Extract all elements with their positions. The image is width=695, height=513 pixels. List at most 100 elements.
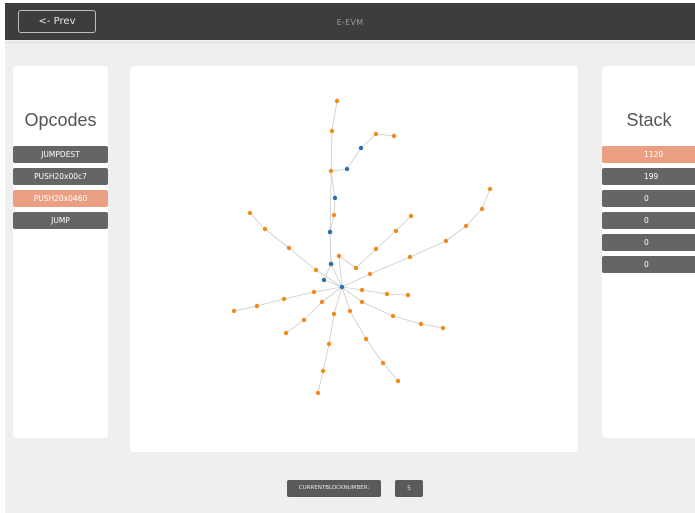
graph-node[interactable]	[286, 245, 292, 251]
graph-edge	[395, 215, 412, 232]
graph-node[interactable]	[384, 291, 390, 297]
graph-edge	[346, 147, 362, 170]
graph-node[interactable]	[231, 308, 237, 314]
graph-edge	[288, 247, 317, 271]
graph-node[interactable]	[328, 168, 334, 174]
graph-node-visited[interactable]	[344, 166, 350, 172]
stack-title: Stack	[626, 110, 672, 130]
graph-edge	[360, 133, 377, 149]
graph-node[interactable]	[405, 292, 411, 298]
graph-node[interactable]	[311, 289, 317, 295]
graph-node[interactable]	[336, 253, 342, 259]
graph-node[interactable]	[329, 128, 335, 134]
graph-node[interactable]	[407, 254, 413, 260]
header-divider	[5, 42, 695, 43]
graph-edge	[333, 197, 336, 216]
graph-edge	[285, 319, 305, 334]
graph-node[interactable]	[391, 133, 397, 139]
graph-edge	[361, 301, 394, 317]
graph-edge	[392, 315, 422, 325]
graph-edge	[369, 256, 411, 275]
graph-node[interactable]	[315, 390, 321, 396]
graph-node[interactable]	[313, 267, 319, 273]
graph-node-visited[interactable]	[339, 284, 345, 290]
graph-node[interactable]	[440, 325, 446, 331]
graph-edge	[256, 298, 285, 307]
graph-node[interactable]	[347, 308, 353, 314]
graph-edge	[283, 291, 315, 300]
graph-node[interactable]	[247, 210, 253, 216]
graph-node[interactable]	[326, 341, 332, 347]
graph-node[interactable]	[301, 317, 307, 323]
graph-edge	[303, 301, 323, 321]
current-block-label: CURRENTBLOCKNUMBER:	[287, 480, 381, 497]
graph-node[interactable]	[463, 223, 469, 229]
graph-edge	[330, 168, 348, 172]
graph-node[interactable]	[367, 271, 373, 277]
graph-edge	[355, 248, 377, 269]
graph-node[interactable]	[281, 296, 287, 302]
graph-node[interactable]	[331, 212, 337, 218]
graph-node[interactable]	[353, 265, 359, 271]
graph-edge	[330, 170, 336, 199]
opcode-item-current[interactable]: PUSH20x0460	[13, 190, 108, 207]
graph-edge	[420, 323, 444, 329]
graph-node[interactable]	[390, 313, 396, 319]
top-bar: <- Prev E-EVM	[5, 3, 695, 40]
graph-panel	[130, 66, 578, 452]
graph-node[interactable]	[283, 330, 289, 336]
graph-node[interactable]	[254, 303, 260, 309]
graph-node[interactable]	[393, 228, 399, 234]
execution-graph[interactable]	[130, 66, 578, 452]
graph-node[interactable]	[363, 336, 369, 342]
graph-edge	[321, 286, 343, 303]
stack-list: 1120 199 0 0 0 0	[602, 146, 695, 278]
graph-edge	[409, 240, 447, 258]
opcode-item[interactable]: JUMPDEST	[13, 146, 108, 163]
graph-node[interactable]	[373, 131, 379, 137]
graph-node[interactable]	[373, 246, 379, 252]
graph-node[interactable]	[408, 213, 414, 219]
graph-edge	[361, 289, 388, 295]
stack-panel: Stack 1120 199 0 0 0 0	[602, 66, 695, 438]
opcode-item[interactable]: PUSH20x00c7	[13, 168, 108, 185]
graph-edge	[249, 212, 266, 230]
graph-node[interactable]	[334, 98, 340, 104]
graph-node[interactable]	[380, 360, 386, 366]
stack-item: 0	[602, 234, 695, 251]
graph-edge	[333, 286, 343, 315]
current-block-value: 5	[395, 480, 423, 497]
graph-edge	[375, 230, 397, 250]
app-title: E-EVM	[336, 18, 364, 27]
graph-edge	[233, 305, 258, 312]
graph-node[interactable]	[359, 287, 365, 293]
graph-node[interactable]	[487, 186, 493, 192]
graph-edge	[331, 100, 338, 132]
graph-node-visited[interactable]	[328, 261, 334, 267]
graph-edge	[375, 133, 395, 137]
graph-node[interactable]	[320, 368, 326, 374]
graph-edge	[445, 225, 467, 242]
opcode-item[interactable]: JUMP	[13, 212, 108, 229]
graph-edge	[341, 273, 371, 288]
graph-node[interactable]	[395, 378, 401, 384]
opcodes-title: Opcodes	[24, 110, 97, 130]
graph-node[interactable]	[479, 206, 485, 212]
graph-edge	[465, 208, 483, 227]
graph-edge	[313, 286, 343, 293]
graph-node-visited[interactable]	[321, 277, 327, 283]
stack-item: 199	[602, 168, 695, 185]
stack-item-top: 1120	[602, 146, 695, 163]
graph-node[interactable]	[262, 226, 268, 232]
graph-edge	[365, 338, 384, 364]
graph-node[interactable]	[331, 311, 337, 317]
graph-node[interactable]	[359, 299, 365, 305]
graph-node[interactable]	[443, 238, 449, 244]
graph-node-visited[interactable]	[327, 229, 333, 235]
graph-node[interactable]	[418, 321, 424, 327]
stack-item: 0	[602, 212, 695, 229]
graph-edge	[328, 313, 335, 345]
graph-node-visited[interactable]	[358, 145, 364, 151]
graph-node-visited[interactable]	[332, 195, 338, 201]
graph-node[interactable]	[319, 299, 325, 305]
